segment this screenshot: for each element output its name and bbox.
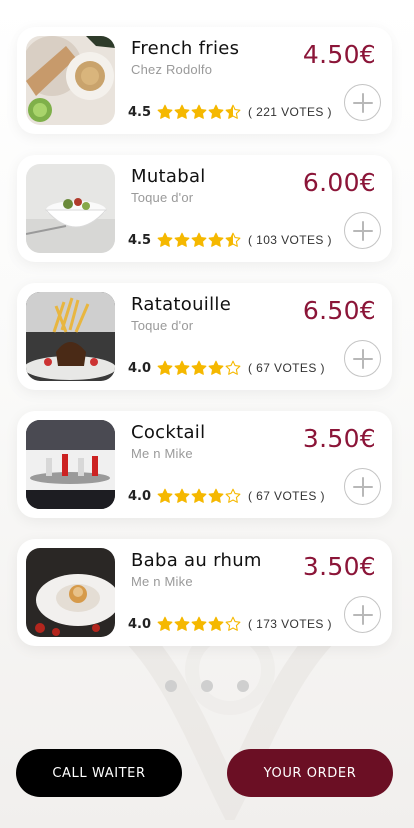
item-price: 6.00€ xyxy=(302,168,376,197)
star-half-icon xyxy=(225,104,241,119)
add-to-order-button[interactable] xyxy=(344,596,381,633)
rating-score: 4.5 xyxy=(128,104,152,120)
star-empty-icon xyxy=(225,488,241,503)
item-venue: Toque d'or xyxy=(131,318,194,333)
plus-icon xyxy=(352,220,373,241)
star-full-icon xyxy=(174,616,190,631)
star-rating xyxy=(157,360,242,376)
plus-icon xyxy=(352,604,373,625)
star-half-icon xyxy=(225,232,241,247)
vote-count: ( 103 VOTES ) xyxy=(248,233,332,247)
food-photo xyxy=(26,420,115,509)
item-venue: Me n Mike xyxy=(131,446,193,461)
star-full-icon xyxy=(191,616,207,631)
star-full-icon xyxy=(191,488,207,503)
vote-count: ( 67 VOTES ) xyxy=(248,361,325,375)
dessert-plate-photo xyxy=(26,548,115,637)
star-full-icon xyxy=(208,488,224,503)
rating: 4.0 ( 173 VOTES ) xyxy=(128,615,332,633)
star-full-icon xyxy=(174,104,190,119)
item-price: 4.50€ xyxy=(302,40,376,69)
food-photo xyxy=(26,292,115,381)
page-dot[interactable] xyxy=(165,680,177,692)
rating-score: 4.0 xyxy=(128,616,152,632)
plus-icon xyxy=(352,348,373,369)
menu-item-card[interactable]: French fries Chez Rodolfo 4.50€ 4.5 ( 22… xyxy=(17,27,392,134)
page-dot[interactable] xyxy=(237,680,249,692)
add-to-order-button[interactable] xyxy=(344,468,381,505)
add-to-order-button[interactable] xyxy=(344,212,381,249)
item-name: Mutabal xyxy=(131,166,206,187)
star-full-icon xyxy=(157,232,173,247)
star-full-icon xyxy=(191,360,207,375)
star-rating xyxy=(157,104,242,120)
vote-count: ( 221 VOTES ) xyxy=(248,105,332,119)
rating: 4.5 ( 103 VOTES ) xyxy=(128,231,332,249)
star-full-icon xyxy=(208,232,224,247)
add-to-order-button[interactable] xyxy=(344,340,381,377)
menu-item-card[interactable]: Mutabal Toque d'or 6.00€ 4.5 ( 103 VOTES… xyxy=(17,155,392,262)
menu-item-card[interactable]: Baba au rhum Me n Mike 3.50€ 4.0 ( 173 V… xyxy=(17,539,392,646)
menu-item-card[interactable]: Cocktail Me n Mike 3.50€ 4.0 ( 67 VOTES … xyxy=(17,411,392,518)
star-rating xyxy=(157,488,242,504)
rating-score: 4.5 xyxy=(128,232,152,248)
rating: 4.0 ( 67 VOTES ) xyxy=(128,359,325,377)
pagination-dots xyxy=(0,680,414,692)
star-full-icon xyxy=(174,360,190,375)
plus-icon xyxy=(352,92,373,113)
rating: 4.5 ( 221 VOTES ) xyxy=(128,103,332,121)
star-full-icon xyxy=(157,360,173,375)
star-full-icon xyxy=(208,616,224,631)
star-full-icon xyxy=(157,488,173,503)
star-full-icon xyxy=(174,232,190,247)
item-price: 6.50€ xyxy=(302,296,376,325)
waiter-tray-photo xyxy=(26,420,115,509)
fries-plate-photo xyxy=(26,36,115,125)
star-full-icon xyxy=(157,104,173,119)
rating-score: 4.0 xyxy=(128,360,152,376)
item-price: 3.50€ xyxy=(302,552,376,581)
page-dot[interactable] xyxy=(201,680,213,692)
plus-icon xyxy=(352,476,373,497)
vote-count: ( 67 VOTES ) xyxy=(248,489,325,503)
item-name: Baba au rhum xyxy=(131,550,262,571)
call-waiter-button[interactable]: CALL WAITER xyxy=(16,749,182,797)
food-photo xyxy=(26,164,115,253)
food-photo xyxy=(26,36,115,125)
item-name: Cocktail xyxy=(131,422,206,443)
star-full-icon xyxy=(174,488,190,503)
item-price: 3.50€ xyxy=(302,424,376,453)
star-rating xyxy=(157,616,242,632)
add-to-order-button[interactable] xyxy=(344,84,381,121)
star-full-icon xyxy=(191,104,207,119)
food-photo xyxy=(26,548,115,637)
vote-count: ( 173 VOTES ) xyxy=(248,617,332,631)
star-rating xyxy=(157,232,242,248)
star-full-icon xyxy=(208,360,224,375)
star-empty-icon xyxy=(225,360,241,375)
menu-item-card[interactable]: Ratatouille Toque d'or 6.50€ 4.0 ( 67 VO… xyxy=(17,283,392,390)
star-full-icon xyxy=(191,232,207,247)
item-venue: Toque d'or xyxy=(131,190,194,205)
plated-meat-photo xyxy=(26,292,115,381)
bowl-dish-photo xyxy=(26,164,115,253)
your-order-button[interactable]: YOUR ORDER xyxy=(227,749,393,797)
item-name: Ratatouille xyxy=(131,294,232,315)
star-empty-icon xyxy=(225,616,241,631)
item-name: French fries xyxy=(131,38,240,59)
item-venue: Chez Rodolfo xyxy=(131,62,213,77)
item-venue: Me n Mike xyxy=(131,574,193,589)
star-full-icon xyxy=(208,104,224,119)
rating-score: 4.0 xyxy=(128,488,152,504)
star-full-icon xyxy=(157,616,173,631)
rating: 4.0 ( 67 VOTES ) xyxy=(128,487,325,505)
